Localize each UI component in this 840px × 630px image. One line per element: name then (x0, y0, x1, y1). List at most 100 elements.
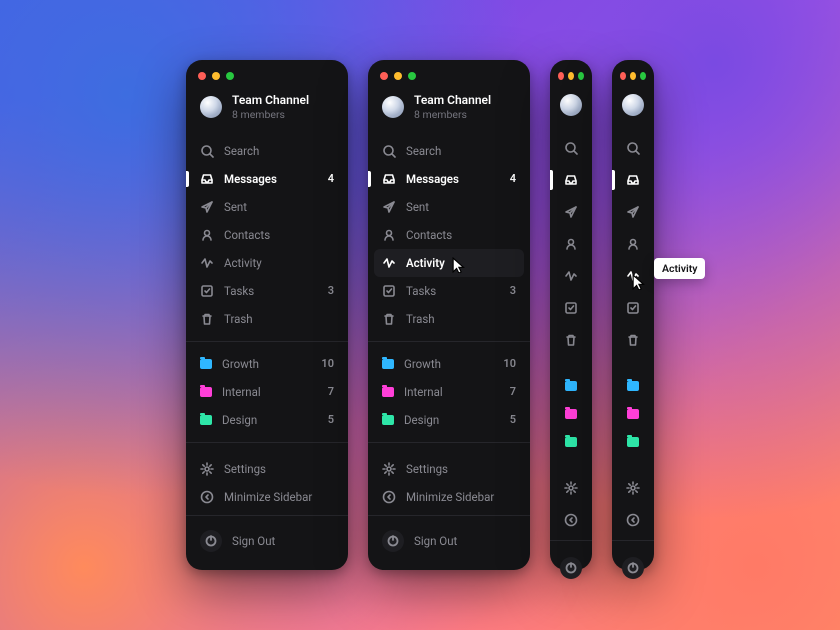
sidebar-item-minimize[interactable]: Minimize Sidebar (186, 483, 348, 511)
folder-icon (382, 415, 394, 425)
maximize-window-dot[interactable] (226, 72, 234, 80)
sidebar-item-label: Contacts (224, 228, 334, 242)
sidebar-item-trash[interactable] (550, 324, 592, 356)
activity-icon (382, 256, 396, 270)
sidebar-item-label: Search (406, 144, 516, 158)
folder-count: 7 (328, 385, 334, 398)
sidebar-item-tasks[interactable] (550, 292, 592, 324)
gear-icon (200, 462, 214, 476)
maximize-window-dot[interactable] (578, 72, 584, 80)
collapse-icon (382, 490, 396, 504)
sidebar-item-settings[interactable]: Settings (368, 455, 530, 483)
send-icon (200, 200, 214, 214)
folder-item-internal[interactable]: Internal 7 (186, 378, 348, 406)
sidebar-item-search[interactable]: Search (186, 137, 348, 165)
folder-item-internal[interactable]: Internal 7 (368, 378, 530, 406)
sidebar-item-label: Trash (224, 312, 334, 326)
contacts-icon (564, 237, 578, 251)
sidebar-item-contacts[interactable]: Contacts (368, 221, 530, 249)
close-window-dot[interactable] (198, 72, 206, 80)
folder-item-growth[interactable]: Growth 10 (186, 350, 348, 378)
inbox-icon (200, 172, 214, 186)
sidebar-item-search[interactable] (612, 132, 654, 164)
sidebar-item-label: Tasks (224, 284, 318, 298)
folder-count: 5 (328, 413, 334, 426)
sidebar-item-messages[interactable] (612, 164, 654, 196)
sidebar-item-activity[interactable] (550, 260, 592, 292)
avatar (622, 94, 644, 116)
sidebar-item-messages[interactable] (550, 164, 592, 196)
sidebar-item-trash[interactable] (612, 324, 654, 356)
folder-icon (627, 409, 639, 419)
folder-item-internal[interactable] (550, 400, 592, 428)
sidebar-item-settings[interactable] (612, 472, 654, 504)
folder-item-growth[interactable]: Growth 10 (368, 350, 530, 378)
sidebar-item-contacts[interactable] (612, 228, 654, 260)
sidebar-item-tasks[interactable] (612, 292, 654, 324)
sidebar-item-contacts[interactable] (550, 228, 592, 260)
sidebar-item-sent[interactable] (612, 196, 654, 228)
folder-item-design[interactable] (550, 428, 592, 456)
close-window-dot[interactable] (620, 72, 626, 80)
sidebar-item-messages[interactable]: Messages 4 (186, 165, 348, 193)
search-icon (200, 144, 214, 158)
sidebar-item-label: Sent (406, 200, 516, 214)
folder-count: 10 (321, 357, 334, 370)
folder-item-design[interactable] (612, 428, 654, 456)
minimize-window-dot[interactable] (568, 72, 574, 80)
sidebar-item-signout[interactable]: Sign Out (186, 520, 348, 566)
minimize-window-dot[interactable] (394, 72, 402, 80)
sidebar-item-signout[interactable] (550, 545, 592, 593)
tasks-icon (382, 284, 396, 298)
sidebar-item-sent[interactable]: Sent (368, 193, 530, 221)
sidebar-item-search[interactable]: Search (368, 137, 530, 165)
sidebar-item-activity[interactable]: Activity (374, 249, 524, 277)
tasks-icon (564, 301, 578, 315)
sidebar-item-settings[interactable] (550, 472, 592, 504)
team-header[interactable]: Team Channel 8 members (186, 88, 348, 133)
sidebar-item-search[interactable] (550, 132, 592, 164)
team-header[interactable]: Team Channel 8 members (368, 88, 530, 133)
folder-item-growth[interactable] (550, 372, 592, 400)
folder-item-internal[interactable] (612, 400, 654, 428)
sidebar-item-label: Settings (224, 462, 334, 476)
sidebar-item-signout[interactable]: Sign Out (368, 520, 530, 566)
sidebar-item-contacts[interactable]: Contacts (186, 221, 348, 249)
sidebar-item-messages[interactable]: Messages 4 (368, 165, 530, 193)
sidebar-item-settings[interactable]: Settings (186, 455, 348, 483)
sidebar-item-tasks[interactable]: Tasks 3 (368, 277, 530, 305)
collapse-icon (564, 513, 578, 527)
sidebar-item-minimize[interactable] (612, 504, 654, 536)
sidebar-item-activity[interactable]: Activity (612, 260, 654, 292)
divider (186, 341, 348, 342)
sidebar-item-activity[interactable]: Activity (186, 249, 348, 277)
power-icon (200, 530, 222, 552)
folder-item-growth[interactable] (612, 372, 654, 400)
maximize-window-dot[interactable] (408, 72, 416, 80)
sidebar-item-minimize[interactable]: Minimize Sidebar (368, 483, 530, 511)
folder-label: Design (222, 413, 318, 427)
sidebar-item-sent[interactable]: Sent (186, 193, 348, 221)
sidebar-variant-default: Team Channel 8 members Search Messages 4… (186, 60, 348, 570)
minimize-window-dot[interactable] (212, 72, 220, 80)
send-icon (626, 205, 640, 219)
team-header[interactable] (612, 88, 654, 128)
close-window-dot[interactable] (558, 72, 564, 80)
sidebar-item-label: Minimize Sidebar (406, 490, 516, 504)
folder-item-design[interactable]: Design 5 (368, 406, 530, 434)
sidebar-item-trash[interactable]: Trash (368, 305, 530, 333)
close-window-dot[interactable] (380, 72, 388, 80)
sidebar-item-minimize[interactable] (550, 504, 592, 536)
sidebar-item-sent[interactable] (550, 196, 592, 228)
sidebar-item-tasks[interactable]: Tasks 3 (186, 277, 348, 305)
maximize-window-dot[interactable] (640, 72, 646, 80)
divider (368, 442, 530, 443)
minimize-window-dot[interactable] (630, 72, 636, 80)
sidebar-item-signout[interactable] (612, 545, 654, 593)
team-header[interactable] (550, 88, 592, 128)
folder-icon (200, 359, 212, 369)
sidebar-item-label: Activity (224, 256, 334, 270)
divider (550, 540, 592, 541)
folder-item-design[interactable]: Design 5 (186, 406, 348, 434)
sidebar-item-trash[interactable]: Trash (186, 305, 348, 333)
